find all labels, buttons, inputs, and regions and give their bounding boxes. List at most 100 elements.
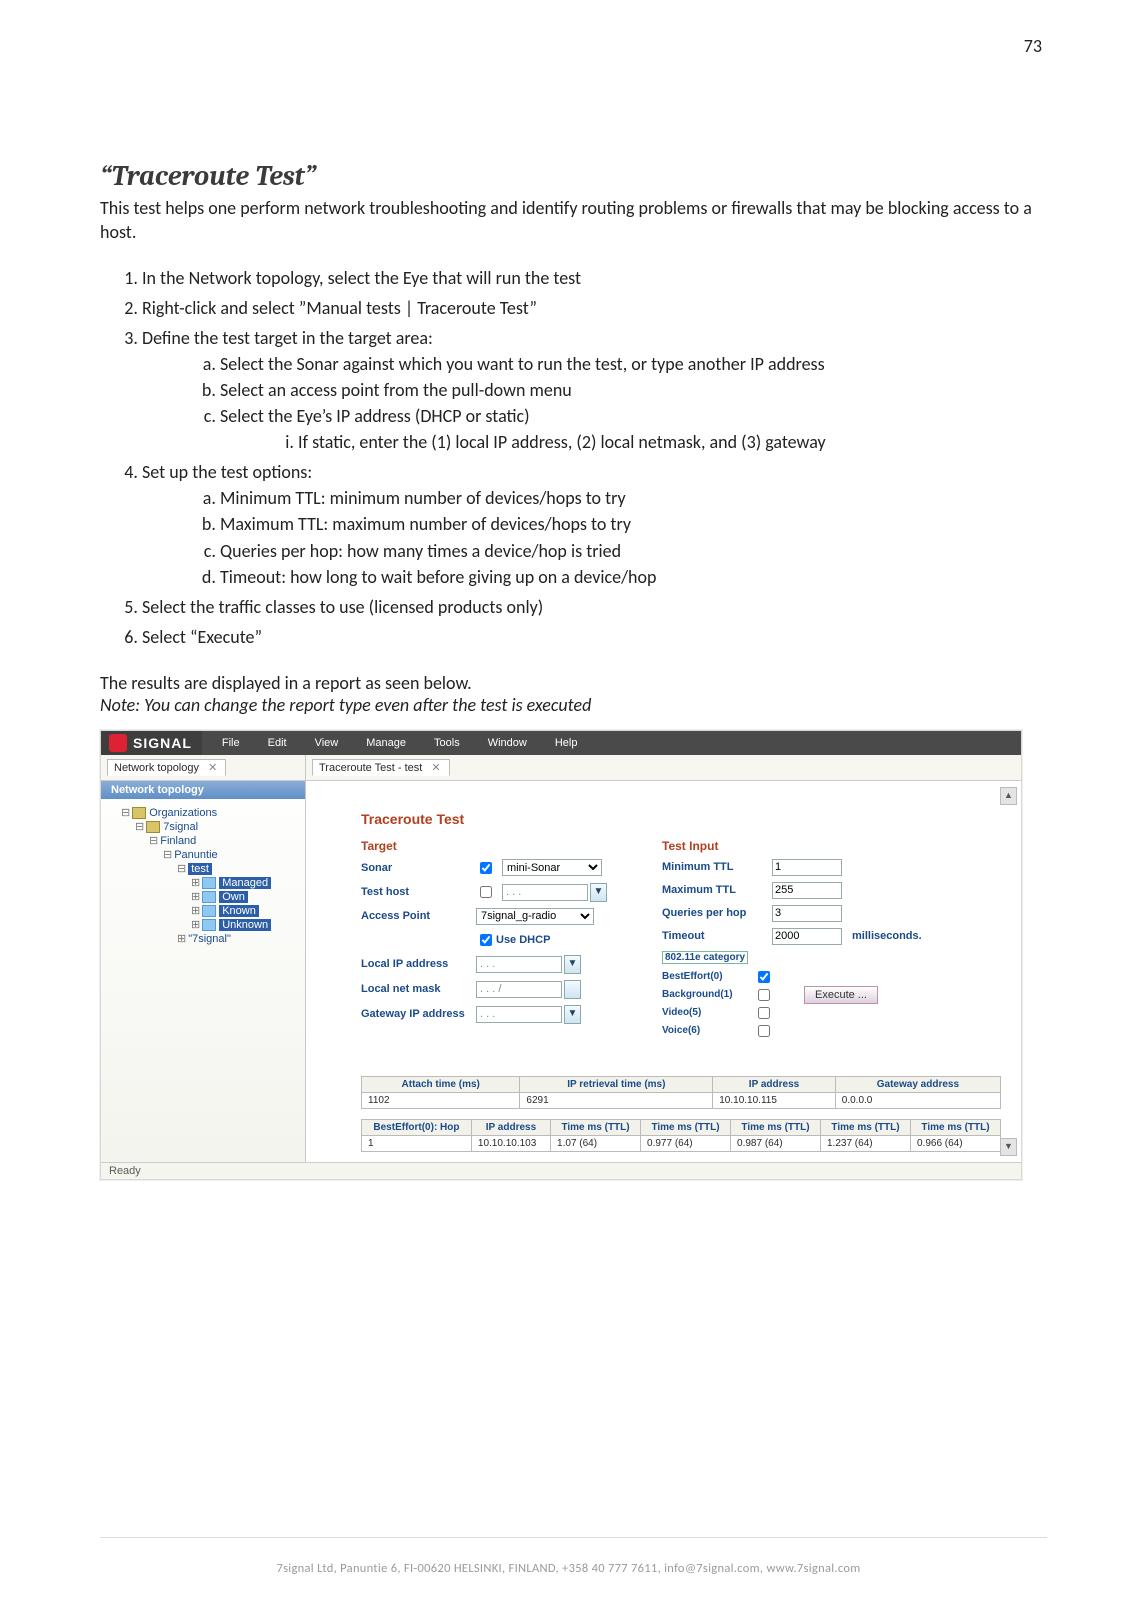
instruction-list: In the Network topology, select the Eye …	[100, 265, 1047, 650]
th-t5: Time ms (TTL)	[910, 1119, 1000, 1135]
menu-window[interactable]: Window	[488, 737, 527, 749]
cat-video-checkbox[interactable]	[758, 1007, 770, 1019]
footer-rule	[100, 1537, 1047, 1538]
timeout-label: Timeout	[662, 930, 772, 942]
step-3a: Select the Sonar against which you want …	[220, 351, 1047, 377]
tree-toggle-icon[interactable]: ⊞	[177, 933, 186, 945]
step-4a: Minimum TTL: minimum number of devices/h…	[220, 485, 1047, 511]
testinput-title: Test Input	[662, 839, 922, 853]
gateway-input[interactable]: . . .	[476, 1006, 562, 1023]
gateway-label: Gateway IP address	[361, 1008, 476, 1020]
dropdown-icon[interactable]: ▼	[590, 883, 607, 902]
usedhcp-label: Use DHCP	[496, 934, 550, 946]
menu-view[interactable]: View	[315, 737, 339, 749]
th-t2: Time ms (TTL)	[641, 1119, 731, 1135]
cat-voice-checkbox[interactable]	[758, 1025, 770, 1037]
execute-button[interactable]: Execute ...	[804, 986, 878, 1004]
step-4b: Maximum TTL: maximum number of devices/h…	[220, 511, 1047, 537]
tree-unknown[interactable]: Unknown	[219, 919, 271, 931]
scroll-down-icon[interactable]: ▼	[1000, 1138, 1017, 1156]
localip-label: Local IP address	[361, 958, 476, 970]
ap-icon	[202, 905, 216, 917]
menu-edit[interactable]: Edit	[268, 737, 287, 749]
scroll-up-icon[interactable]: ▲	[1000, 787, 1017, 805]
maxttl-label: Maximum TTL	[662, 884, 772, 896]
cat-background-checkbox[interactable]	[758, 989, 770, 1001]
tree-toggle-icon[interactable]: ⊞	[191, 891, 200, 903]
testhost-checkbox[interactable]	[480, 886, 492, 898]
menu-manage[interactable]: Manage	[366, 737, 406, 749]
localip-input[interactable]: . . .	[476, 956, 562, 973]
tree-toggle-icon[interactable]: ⊟	[177, 863, 186, 875]
cat-background-label: Background(1)	[662, 989, 754, 1000]
tree-test-selected[interactable]: test	[188, 863, 212, 875]
testhost-label: Test host	[361, 886, 476, 898]
qph-input[interactable]	[772, 905, 842, 922]
th-hop: BestEffort(0): Hop	[362, 1119, 472, 1135]
step-3: Define the test target in the target are…	[142, 325, 1047, 455]
dropdown-icon[interactable]	[564, 980, 581, 999]
tree-managed[interactable]: Managed	[219, 877, 271, 889]
cat-besteffort-label: BestEffort(0)	[662, 971, 754, 982]
close-icon[interactable]: ✕	[208, 762, 217, 774]
form-title: Traceroute Test	[361, 811, 1001, 827]
folder-icon	[146, 821, 160, 833]
app-menubar: SIGNAL File Edit View Manage Tools Windo…	[101, 731, 1021, 755]
menu-file[interactable]: File	[222, 737, 240, 749]
tree-panuntie[interactable]: Panuntie	[174, 849, 217, 861]
tree-toggle-icon[interactable]: ⊞	[191, 905, 200, 917]
step-1: In the Network topology, select the Eye …	[142, 265, 1047, 291]
maxttl-input[interactable]	[772, 882, 842, 899]
tree-7signal-quoted[interactable]: "7signal"	[188, 933, 231, 945]
table-row: 1102 6291 10.10.10.115 0.0.0.0	[362, 1092, 1001, 1108]
ap-icon	[202, 877, 216, 889]
note-paragraph: Note: You can change the report type eve…	[100, 694, 1047, 716]
topology-tree[interactable]: ⊟Organizations ⊟7signal ⊟Finland ⊟Panunt…	[101, 799, 305, 967]
th-t4: Time ms (TTL)	[821, 1119, 911, 1135]
sonar-checkbox[interactable]	[480, 862, 492, 874]
testhost-input[interactable]: . . .	[502, 884, 588, 901]
step-4c: Queries per hop: how many times a device…	[220, 538, 1047, 564]
minttl-input[interactable]	[772, 859, 842, 876]
netmask-label: Local net mask	[361, 983, 476, 995]
tree-toggle-icon[interactable]: ⊟	[121, 807, 130, 819]
netmask-input[interactable]: . . . /	[476, 981, 562, 998]
cat-besteffort-checkbox[interactable]	[758, 971, 770, 983]
tree-toggle-icon[interactable]: ⊞	[191, 919, 200, 931]
menu-tools[interactable]: Tools	[434, 737, 460, 749]
page-number: 73	[1024, 35, 1042, 57]
tree-known[interactable]: Known	[219, 905, 259, 917]
close-icon[interactable]: ✕	[431, 762, 440, 774]
sonar-select[interactable]: mini-Sonar	[502, 859, 602, 876]
tab-traceroute-test[interactable]: Traceroute Test - test ✕	[312, 759, 450, 776]
accesspoint-select[interactable]: 7signal_g-radio	[476, 908, 594, 925]
dropdown-icon[interactable]: ▼	[564, 955, 581, 974]
dropdown-icon[interactable]: ▼	[564, 1005, 581, 1024]
logo-text: SIGNAL	[133, 735, 192, 751]
intro-paragraph: This test helps one perform network trou…	[100, 196, 1047, 245]
tree-finland[interactable]: Finland	[160, 835, 196, 847]
step-5: Select the traffic classes to use (licen…	[142, 594, 1047, 620]
tab-network-topology-label: Network topology	[114, 762, 199, 774]
tab-network-topology[interactable]: Network topology ✕	[107, 759, 226, 776]
target-title: Target	[361, 839, 607, 853]
tree-toggle-icon[interactable]: ⊟	[135, 821, 144, 833]
summary-table: Attach time (ms) IP retrieval time (ms) …	[361, 1076, 1001, 1109]
tree-organizations[interactable]: Organizations	[149, 807, 217, 819]
tree-7signal[interactable]: 7signal	[163, 821, 198, 833]
tree-toggle-icon[interactable]: ⊟	[149, 835, 158, 847]
page-footer: 7signal Ltd, Panuntie 6, FI-00620 HELSIN…	[0, 1561, 1137, 1576]
tree-own[interactable]: Own	[219, 891, 248, 903]
th-ip: IP address	[471, 1119, 550, 1135]
step-2: Right-click and select ”Manual tests | T…	[142, 295, 1047, 321]
tree-toggle-icon[interactable]: ⊞	[191, 877, 200, 889]
minttl-label: Minimum TTL	[662, 861, 772, 873]
tree-toggle-icon[interactable]: ⊟	[163, 849, 172, 861]
timeout-input[interactable]	[772, 928, 842, 945]
app-logo: SIGNAL	[101, 731, 202, 755]
usedhcp-checkbox[interactable]	[480, 934, 492, 946]
table-row: 1 10.10.10.103 1.07 (64) 0.977 (64) 0.98…	[362, 1135, 1001, 1151]
menu-help[interactable]: Help	[555, 737, 578, 749]
qph-label: Queries per hop	[662, 907, 772, 919]
results-paragraph: The results are displayed in a report as…	[100, 672, 1047, 694]
